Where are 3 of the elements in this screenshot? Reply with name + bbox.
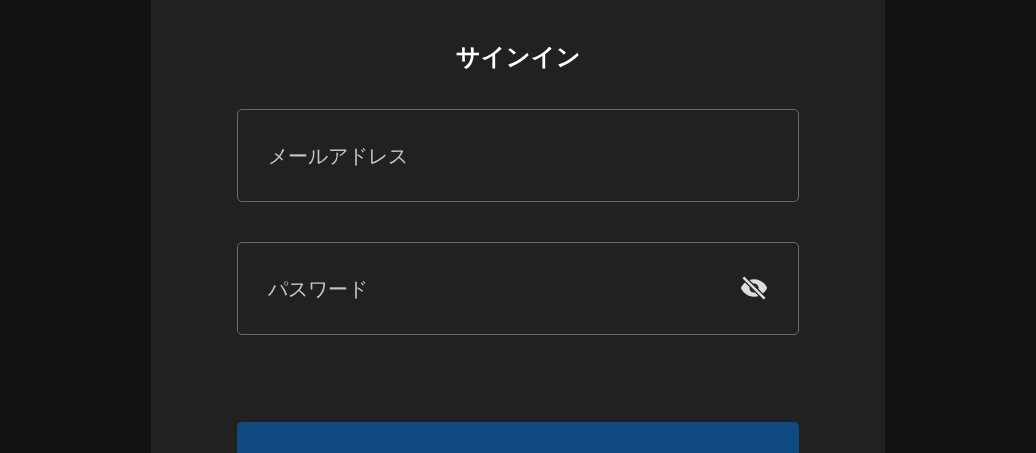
sign-in-title: サインイン [455, 42, 581, 73]
email-field[interactable]: メールアドレス [237, 109, 799, 202]
password-field[interactable]: パスワード [237, 242, 799, 335]
